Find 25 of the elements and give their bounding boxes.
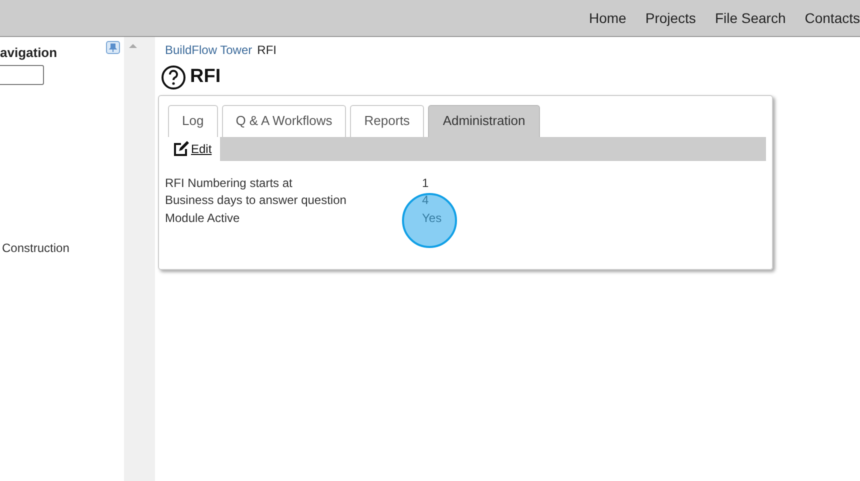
nav-link[interactable]: File Search (714, 8, 786, 28)
nav-link[interactable]: Home (589, 8, 626, 28)
page-title: RFI (190, 65, 221, 89)
setting-label: Module Active (165, 210, 241, 226)
nav-link[interactable]: Projects (645, 8, 696, 28)
help-icon (161, 64, 186, 90)
setting-label: Business days to answer question (165, 192, 348, 209)
setting-value: Yes (422, 210, 442, 226)
sidebar-item[interactable]: Construction (2, 239, 70, 257)
breadcrumb-link[interactable]: BuildFlow Tower (165, 41, 252, 59)
edit-button[interactable]: Edit (165, 136, 220, 160)
setting-label: RFI Numbering starts at (165, 174, 294, 192)
setting-value: 1 (422, 174, 429, 192)
pin-icon[interactable] (106, 41, 120, 54)
scroll-up-icon[interactable] (129, 43, 137, 49)
tab[interactable]: Administration (428, 104, 540, 136)
sidebar-title: avigation (0, 44, 58, 62)
tab[interactable]: Reports (350, 104, 424, 136)
edit-icon (173, 141, 189, 156)
search-field[interactable] (0, 65, 44, 85)
breadcrumb-current: RFI (257, 42, 276, 59)
tab[interactable]: Log (168, 104, 218, 136)
setting-value: 4 (422, 192, 429, 209)
nav-link[interactable]: Contacts (804, 8, 860, 28)
tab[interactable]: Q & A Workflows (222, 104, 346, 136)
